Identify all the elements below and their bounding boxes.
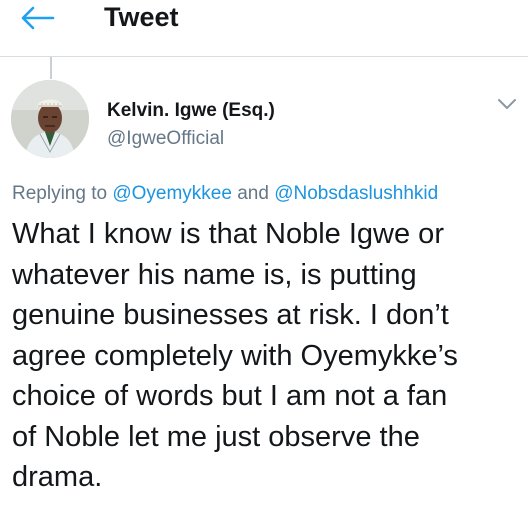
- author-name[interactable]: Kelvin. Igwe (Esq.): [107, 99, 275, 123]
- thread-connector-line: [50, 57, 52, 79]
- back-button[interactable]: [18, 6, 58, 30]
- replying-to-line: Replying to @Oyemykkee and @Nobsdaslushh…: [12, 182, 438, 206]
- tweet-text-line: agree completely with Oyemykke’s: [12, 339, 458, 372]
- tweet-text-line: genuine businesses at risk. I don’t: [12, 299, 449, 331]
- avatar[interactable]: [11, 80, 89, 158]
- tweet-body: What I know is that Noble Igwe or whatev…: [12, 214, 524, 498]
- profile-photo: [11, 80, 89, 158]
- tweet-text-line: of Noble let me just observe the: [12, 420, 420, 453]
- tweet-text-line: choice of words but I am not a fan: [12, 380, 448, 412]
- mention-link-nobsdaslushhkid[interactable]: @Nobsdaslushhkid: [274, 183, 438, 204]
- replying-to-connector: and: [231, 183, 275, 204]
- replying-to-label: Replying to: [12, 183, 113, 204]
- mention-link-oyemykkee[interactable]: @Oyemykkee: [112, 183, 232, 204]
- author-handle[interactable]: @IgweOfficial: [107, 127, 224, 151]
- tweet-text-line: whatever his name is, is putting: [12, 258, 417, 291]
- tweet-menu-button[interactable]: [496, 96, 518, 112]
- arrow-left-icon: [21, 6, 55, 30]
- top-bar: Tweet: [0, 0, 528, 57]
- tweet-text-line: What I know is that Noble Igwe or: [12, 218, 444, 250]
- page-title: Tweet: [104, 2, 179, 32]
- tweet-text-line: drama.: [12, 461, 103, 493]
- chevron-down-icon: [498, 99, 516, 109]
